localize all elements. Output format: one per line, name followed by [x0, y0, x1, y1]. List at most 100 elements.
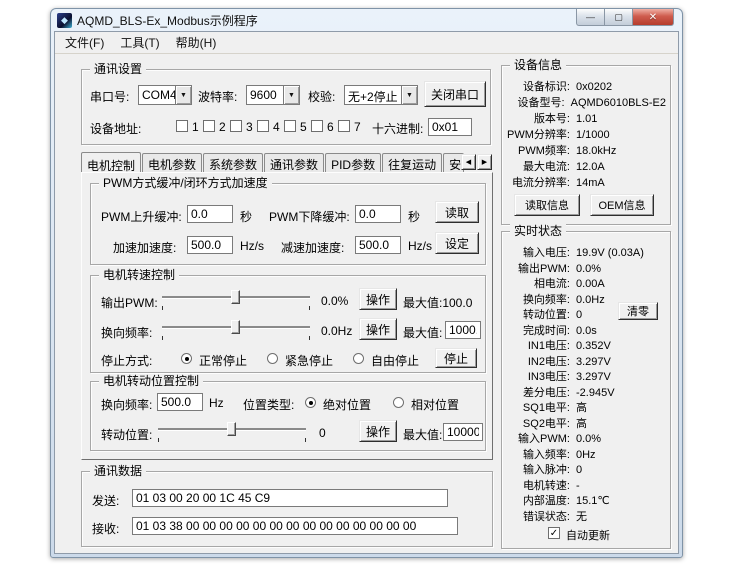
- accel-input[interactable]: [187, 236, 233, 254]
- addr-label-7: 7: [354, 120, 361, 134]
- decel-input[interactable]: [355, 236, 401, 254]
- addr-checkbox-2[interactable]: [203, 120, 215, 132]
- tab-system-params[interactable]: 系统参数: [203, 153, 263, 172]
- pos-type-label: 位置类型:: [243, 396, 294, 413]
- addr-label-4: 4: [273, 120, 280, 134]
- pwm-rise-unit: 秒: [240, 208, 252, 225]
- status-row: 错误状态:无: [506, 508, 666, 524]
- clear-position-button[interactable]: 清零: [618, 302, 658, 320]
- status-row: 输入PWM:0.0%: [506, 430, 666, 446]
- addr-label-6: 6: [327, 120, 334, 134]
- tab-pid-params[interactable]: PID参数: [325, 153, 381, 172]
- tab-reciprocate[interactable]: 往复运动: [382, 153, 442, 172]
- speed-control-group: 电机转速控制 输出PWM: 0.0% 操作 最大值:100.0 换向频率: 0.…: [90, 275, 486, 373]
- freq-max-input[interactable]: [445, 321, 481, 339]
- minimize-button[interactable]: —: [576, 9, 605, 26]
- addr-label-5: 5: [300, 120, 307, 134]
- output-pwm-label: 输出PWM:: [101, 294, 158, 311]
- operate-position-button[interactable]: 操作: [359, 420, 397, 442]
- port-select[interactable]: COM4 ▼: [138, 85, 192, 105]
- commutate-freq-slider[interactable]: [161, 319, 311, 340]
- parity-select[interactable]: 无+2停止 ▼: [344, 85, 418, 105]
- pos-freq-input[interactable]: [157, 393, 203, 411]
- addr-checkbox-1[interactable]: [176, 120, 188, 132]
- pwm-fall-input[interactable]: [355, 205, 401, 223]
- status-row: 输入电压:19.9V (0.03A): [506, 244, 666, 260]
- tab-motor-params[interactable]: 电机参数: [142, 153, 202, 172]
- addr-checkbox-5[interactable]: [284, 120, 296, 132]
- receive-data-input[interactable]: [132, 517, 458, 535]
- read-button[interactable]: 读取: [435, 201, 479, 223]
- menu-tools[interactable]: 工具(T): [112, 31, 167, 54]
- read-info-button[interactable]: 读取信息: [514, 194, 580, 216]
- realtime-status-group: 实时状态 输入电压:19.9V (0.03A) 输出PWM:0.0% 相电流:0…: [501, 231, 671, 549]
- status-row: 差分电压:-2.945V: [506, 384, 666, 400]
- titlebar[interactable]: ◆ AQMD_BLS-Ex_Modbus示例程序 — ▢ ✕: [51, 9, 682, 31]
- tab-comm-params[interactable]: 通讯参数: [264, 153, 324, 172]
- menu-file[interactable]: 文件(F): [57, 31, 112, 54]
- pwm-rise-input[interactable]: [187, 205, 233, 223]
- set-button[interactable]: 设定: [435, 232, 479, 254]
- send-data-input[interactable]: [132, 489, 448, 507]
- pwm-fall-unit: 秒: [408, 208, 420, 225]
- baud-value: 9600: [247, 86, 283, 104]
- send-label: 发送:: [92, 492, 119, 509]
- pos-max-label: 最大值:: [403, 426, 442, 443]
- close-button[interactable]: ✕: [632, 9, 674, 26]
- operate-pwm-button[interactable]: 操作: [359, 288, 397, 310]
- status-row: SQ2电平:高: [506, 415, 666, 431]
- free-stop-label: 自由停止: [371, 352, 419, 369]
- stop-button[interactable]: 停止: [435, 348, 477, 368]
- position-control-title: 电机转动位置控制: [99, 374, 203, 389]
- chevron-down-icon[interactable]: ▼: [175, 86, 191, 104]
- addr-checkbox-7[interactable]: [338, 120, 350, 132]
- status-row: 输出PWM:0.0%: [506, 260, 666, 276]
- app-window: ◆ AQMD_BLS-Ex_Modbus示例程序 — ▢ ✕ 文件(F) 工具(…: [50, 8, 683, 558]
- radio-absolute-position[interactable]: [305, 397, 316, 408]
- minimize-icon: —: [586, 12, 595, 22]
- window-title: AQMD_BLS-Ex_Modbus示例程序: [77, 12, 258, 29]
- oem-info-button[interactable]: OEM信息: [590, 194, 654, 216]
- radio-emergency-stop[interactable]: [267, 353, 278, 364]
- rotate-position-slider[interactable]: [157, 421, 307, 442]
- desktop: ◆ AQMD_BLS-Ex_Modbus示例程序 — ▢ ✕ 文件(F) 工具(…: [0, 0, 750, 573]
- comm-settings-title: 通讯设置: [90, 62, 146, 77]
- pwm-rise-label: PWM上升缓冲:: [101, 208, 182, 225]
- tab-strip: 电机控制 电机参数 系统参数 通讯参数 PID参数 往复运动 安: [81, 151, 493, 172]
- radio-free-stop[interactable]: [353, 353, 364, 364]
- decel-label: 减速加速度:: [281, 239, 344, 256]
- addr-checkbox-4[interactable]: [257, 120, 269, 132]
- hex-label: 十六进制:: [372, 120, 423, 137]
- hex-address-input[interactable]: [428, 118, 472, 136]
- close-serial-button[interactable]: 关闭串口: [424, 81, 486, 107]
- operate-freq-button[interactable]: 操作: [359, 318, 397, 340]
- baud-select[interactable]: 9600 ▼: [246, 85, 300, 105]
- tab-scroll-right-icon[interactable]: ▶: [477, 154, 492, 170]
- output-pwm-slider[interactable]: [161, 289, 311, 310]
- pwm-accel-title: PWM方式缓冲/闭环方式加速度: [99, 176, 272, 191]
- freq-max-label: 最大值:: [403, 324, 442, 341]
- device-address-label: 设备地址:: [90, 120, 141, 137]
- radio-normal-stop[interactable]: [181, 353, 192, 364]
- addr-checkbox-6[interactable]: [311, 120, 323, 132]
- status-row: IN3电压:3.297V: [506, 368, 666, 384]
- comm-settings-group: 通讯设置 串口号: COM4 ▼ 波特率: 9600 ▼ 校验: 无+2停止 ▼…: [81, 69, 491, 145]
- chevron-down-icon[interactable]: ▼: [401, 86, 417, 104]
- status-rows: 输入电压:19.9V (0.03A) 输出PWM:0.0% 相电流:0.00A …: [506, 244, 666, 523]
- status-row: 输入脉冲:0: [506, 461, 666, 477]
- addr-label-2: 2: [219, 120, 226, 134]
- status-row: 输入频率:0Hz: [506, 446, 666, 462]
- tab-motor-control[interactable]: 电机控制: [81, 152, 141, 172]
- addr-checkbox-3[interactable]: [230, 120, 242, 132]
- menu-help[interactable]: 帮助(H): [168, 31, 225, 54]
- radio-relative-position[interactable]: [393, 397, 404, 408]
- maximize-button[interactable]: ▢: [605, 9, 632, 26]
- device-info-rows: 设备标识:0x0202 设备型号:AQMD6010BLS-E2 版本号:1.01…: [506, 78, 666, 190]
- tab-scroll-left-icon[interactable]: ◀: [461, 154, 476, 170]
- status-row: IN2电压:3.297V: [506, 353, 666, 369]
- pos-max-input[interactable]: [443, 423, 483, 441]
- normal-stop-label: 正常停止: [199, 352, 247, 369]
- device-row: 电流分辨率:14mA: [506, 174, 666, 190]
- chevron-down-icon[interactable]: ▼: [283, 86, 299, 104]
- auto-update-checkbox[interactable]: ✓: [548, 527, 560, 539]
